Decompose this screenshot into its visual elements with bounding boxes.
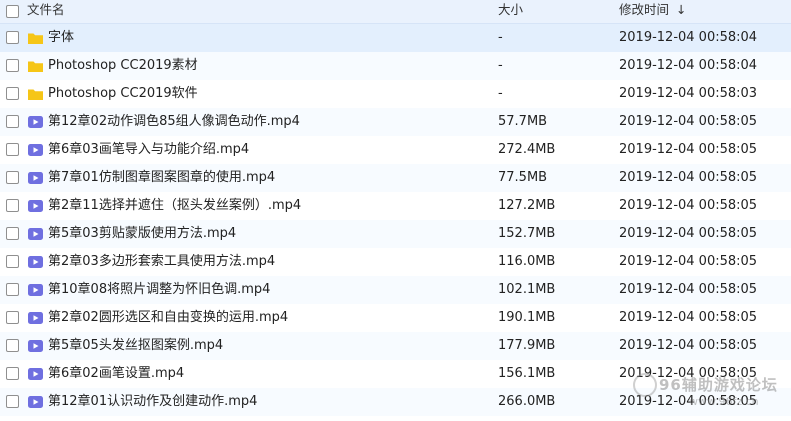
video-file-icon [27,198,44,214]
table-row[interactable]: 第12章02动作调色85组人像调色动作.mp4 57.7MB 2019-12-04 … [0,108,791,136]
folder-icon [27,86,44,102]
row-checkbox[interactable] [6,311,19,324]
vertical-scrollbar[interactable] [781,24,791,421]
file-modified-time: 2019-12-04 00:58:03 [619,86,758,101]
file-list: 文件名 大小 修改时间 ↓ 字体 -2019-12-04 00:58:04 Phot… [0,0,791,421]
file-size: 190.1MB [498,310,556,325]
video-file-icon [27,170,44,186]
file-name[interactable]: 第7章01仿制图章图案图章的使用.mp4 [48,164,275,192]
video-file-icon [27,310,44,326]
column-time-header[interactable]: 修改时间 ↓ [619,0,686,24]
table-row[interactable]: 字体 - 2019-12-04 00:58:04 [0,24,791,52]
file-modified-time: 2019-12-04 00:58:05 [619,142,758,157]
table-row[interactable]: 第5章05头发丝抠图案例.mp4 177.9MB 2019-12-04 00:58:… [0,332,791,360]
file-name[interactable]: Photoshop CC2019软件 [48,80,198,108]
video-file-icon [27,394,44,410]
file-modified-time: 2019-12-04 00:58:05 [619,198,758,213]
table-row[interactable]: 第2章03多边形套索工具使用方法.mp4 116.0MB 2019-12-04 00… [0,248,791,276]
row-checkbox[interactable] [6,199,19,212]
row-checkbox[interactable] [6,255,19,268]
table-row[interactable]: 第6章02画笔设置.mp4 156.1MB 2019-12-04 00:58:05 [0,360,791,388]
video-file-icon [27,226,44,242]
file-size: 266.0MB [498,394,556,409]
row-checkbox[interactable] [6,283,19,296]
file-name[interactable]: 第6章02画笔设置.mp4 [48,360,184,388]
file-modified-time: 2019-12-04 00:58:04 [619,58,758,73]
file-size: - [498,58,503,73]
file-modified-time: 2019-12-04 00:58:05 [619,254,758,269]
file-size: - [498,86,503,101]
file-modified-time: 2019-12-04 00:58:05 [619,226,758,241]
row-checkbox[interactable] [6,395,19,408]
file-name[interactable]: 第10章08将照片调整为怀旧色调.mp4 [48,276,270,304]
video-file-icon [27,338,44,354]
column-name-label: 文件名 [27,2,65,17]
file-name[interactable]: 第12章02动作调色85组人像调色动作.mp4 [48,108,300,136]
row-checkbox[interactable] [6,171,19,184]
column-size-header[interactable]: 大小 [498,0,523,24]
table-row[interactable]: 第5章03剪贴蒙版使用方法.mp4 152.7MB 2019-12-04 00:58… [0,220,791,248]
file-modified-time: 2019-12-04 00:58:05 [619,310,758,325]
row-checkbox[interactable] [6,367,19,380]
row-checkbox[interactable] [6,87,19,100]
folder-icon [27,58,44,74]
row-checkbox[interactable] [6,31,19,44]
file-size: 116.0MB [498,254,556,269]
file-size: 152.7MB [498,226,556,241]
video-file-icon [27,114,44,130]
file-name[interactable]: 第6章03画笔导入与功能介绍.mp4 [48,136,249,164]
column-time-label: 修改时间 [619,2,670,17]
video-file-icon [27,282,44,298]
file-name[interactable]: 第2章03多边形套索工具使用方法.mp4 [48,248,275,276]
file-name[interactable]: 第2章02圆形选区和自由变换的运用.mp4 [48,304,288,332]
table-row[interactable]: Photoshop CC2019素材 - 2019-12-04 00:58:04 [0,52,791,80]
table-row[interactable]: 第12章01认识动作及创建动作.mp4 266.0MB 2019-12-04 00:… [0,388,791,416]
file-modified-time: 2019-12-04 00:58:05 [619,114,758,129]
select-all-checkbox[interactable] [6,5,19,18]
file-size: 127.2MB [498,198,556,213]
video-file-icon [27,142,44,158]
file-name[interactable]: 第2章11选择并遮住（抠头发丝案例）.mp4 [48,192,301,220]
row-checkbox[interactable] [6,115,19,128]
table-row[interactable]: 第2章11选择并遮住（抠头发丝案例）.mp4 127.2MB 2019-12-04 … [0,192,791,220]
video-file-icon [27,254,44,270]
row-checkbox[interactable] [6,227,19,240]
file-name[interactable]: 第12章01认识动作及创建动作.mp4 [48,388,257,416]
file-modified-time: 2019-12-04 00:58:04 [619,30,758,45]
file-name[interactable]: 第5章05头发丝抠图案例.mp4 [48,332,223,360]
file-name[interactable]: 字体 [48,24,74,52]
file-size: 102.1MB [498,282,556,297]
column-size-label: 大小 [498,2,524,17]
table-row[interactable]: Photoshop CC2019软件 - 2019-12-04 00:58:03 [0,80,791,108]
file-modified-time: 2019-12-04 00:58:05 [619,338,758,353]
row-checkbox[interactable] [6,339,19,352]
row-checkbox[interactable] [6,59,19,72]
column-header: 文件名 大小 修改时间 ↓ [0,0,791,24]
file-modified-time: 2019-12-04 00:58:05 [619,394,758,409]
file-rows: 字体 -2019-12-04 00:58:04 Photoshop CC2019素材… [0,24,791,416]
file-name[interactable]: Photoshop CC2019素材 [48,52,198,80]
folder-icon [27,30,44,46]
file-size: 156.1MB [498,366,556,381]
file-modified-time: 2019-12-04 00:58:05 [619,170,758,185]
file-name[interactable]: 第5章03剪贴蒙版使用方法.mp4 [48,220,236,248]
table-row[interactable]: 第10章08将照片调整为怀旧色调.mp4 102.1MB 2019-12-04 00… [0,276,791,304]
file-size: 272.4MB [498,142,556,157]
table-row[interactable]: 第7章01仿制图章图案图章的使用.mp4 77.5MB 2019-12-04 00:… [0,164,791,192]
file-size: 77.5MB [498,170,548,185]
table-row[interactable]: 第6章03画笔导入与功能介绍.mp4 272.4MB 2019-12-04 00:5… [0,136,791,164]
file-modified-time: 2019-12-04 00:58:05 [619,282,758,297]
sort-desc-icon: ↓ [676,2,687,17]
file-modified-time: 2019-12-04 00:58:05 [619,366,758,381]
file-size: 177.9MB [498,338,556,353]
file-size: 57.7MB [498,114,548,129]
file-size: - [498,30,503,45]
column-name-header[interactable]: 文件名 [27,0,65,24]
row-checkbox[interactable] [6,143,19,156]
video-file-icon [27,366,44,382]
table-row[interactable]: 第2章02圆形选区和自由变换的运用.mp4 190.1MB 2019-12-04 0… [0,304,791,332]
